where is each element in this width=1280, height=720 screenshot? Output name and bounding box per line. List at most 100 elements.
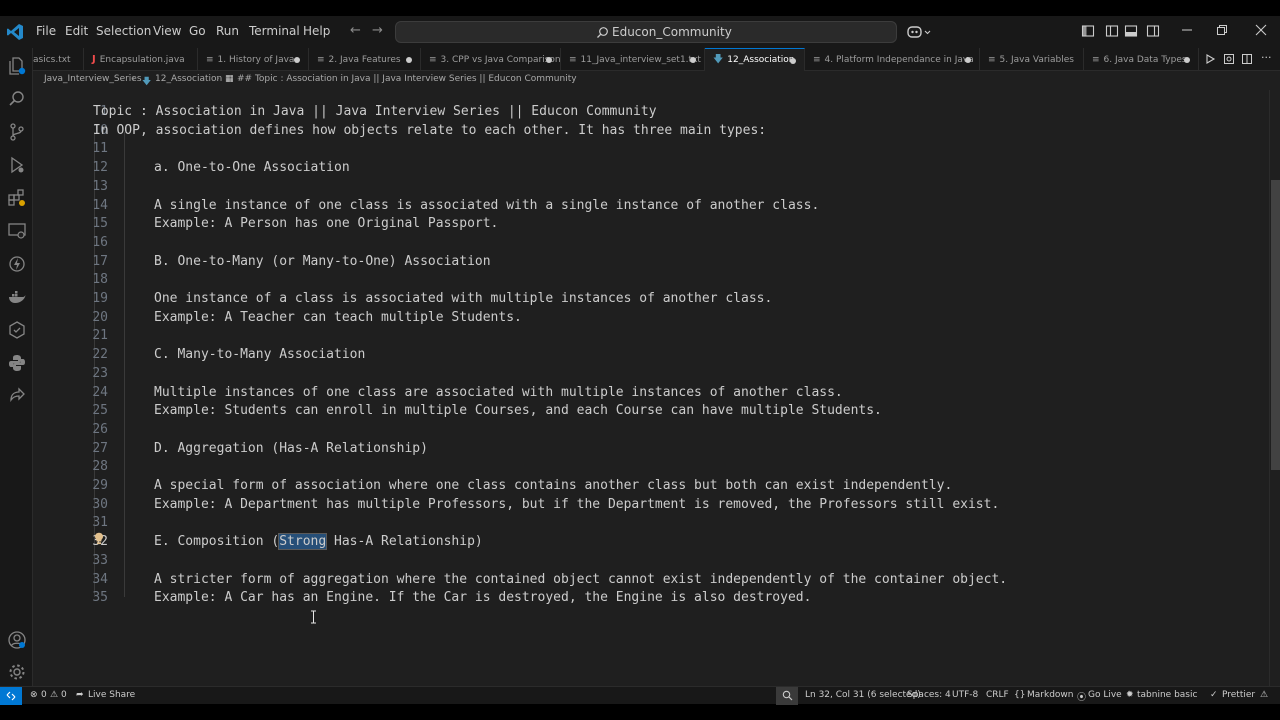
- remote-indicator-button[interactable]: [0, 687, 22, 705]
- code-line[interactable]: 18: [33, 271, 1269, 290]
- code-line[interactable]: 23: [33, 365, 1269, 384]
- live-share-icon[interactable]: [7, 386, 27, 406]
- unsaved-dot-icon[interactable]: [690, 57, 696, 63]
- code-line[interactable]: 33: [33, 552, 1269, 571]
- live-share-icon[interactable]: ➦: [76, 690, 84, 700]
- go-live-button[interactable]: Go Live: [1088, 690, 1122, 700]
- breadcrumb-folder[interactable]: Java_Interview_Series: [44, 74, 142, 84]
- explorer-icon[interactable]: [7, 56, 27, 76]
- more-actions-icon[interactable]: ···: [1261, 51, 1273, 64]
- code-line[interactable]: 24 Multiple instances of one class are as…: [33, 384, 1269, 403]
- code-line[interactable]: 20 Example: A Teacher can teach multiple …: [33, 309, 1269, 328]
- tab-platform-independance[interactable]: ≡ 4. Platform Independance in Java: [805, 48, 980, 71]
- tab-java-data-types[interactable]: ≡ 6. Java Data Types: [1084, 48, 1199, 71]
- problems-warnings-count[interactable]: 0: [61, 690, 67, 700]
- tab-12-association[interactable]: 🡇 12_Association: [705, 48, 805, 71]
- live-share-button[interactable]: Live Share: [88, 690, 135, 700]
- menu-terminal[interactable]: Terminal: [249, 24, 300, 38]
- toggle-secondary-sidebar-icon[interactable]: [1146, 24, 1160, 38]
- unsaved-dot-icon[interactable]: [1184, 57, 1190, 63]
- forward-arrow-icon[interactable]: →: [372, 23, 383, 38]
- toggle-primary-sidebar-icon[interactable]: [1105, 24, 1119, 38]
- code-line[interactable]: 34 A stricter form of aggregation where t…: [33, 571, 1269, 590]
- code-line[interactable]: 27 D. Aggregation (Has-A Relationship): [33, 440, 1269, 459]
- copilot-icon[interactable]: [7, 254, 27, 274]
- code-editor[interactable]: 1 Topic : Association in Java || Java Int…: [33, 90, 1269, 686]
- zoom-button[interactable]: [776, 687, 798, 705]
- extensions-icon[interactable]: [7, 188, 27, 208]
- language-braces-icon[interactable]: {}: [1014, 690, 1025, 700]
- language-mode[interactable]: Markdown: [1027, 690, 1073, 700]
- code-line[interactable]: 28: [33, 458, 1269, 477]
- code-line[interactable]: 32 E. Composition (Strong Has-A Relations…: [33, 533, 1269, 552]
- code-line[interactable]: 31: [33, 514, 1269, 533]
- tab-history-of-java[interactable]: ≡ 1. History of Java: [198, 48, 309, 71]
- run-file-icon[interactable]: [1204, 53, 1216, 65]
- source-control-icon[interactable]: [7, 122, 27, 142]
- code-line[interactable]: 29 A special form of association where on…: [33, 477, 1269, 496]
- open-preview-icon[interactable]: [1223, 53, 1235, 65]
- editor-scrollbar[interactable]: [1269, 90, 1280, 686]
- problems-error-icon[interactable]: ⊗: [30, 690, 38, 700]
- tab-basics[interactable]: asics.txt: [33, 48, 84, 71]
- split-editor-icon[interactable]: [1241, 53, 1253, 65]
- toggle-panel-icon[interactable]: [1124, 24, 1138, 38]
- problems-warning-icon[interactable]: ⚠: [50, 690, 58, 700]
- code-line[interactable]: 19 One instance of a class is associated …: [33, 290, 1269, 309]
- code-line[interactable]: 35 Example: A Car has an Engine. If the C…: [33, 589, 1269, 608]
- code-line[interactable]: 26: [33, 421, 1269, 440]
- unsaved-dot-icon[interactable]: [294, 57, 300, 63]
- menu-edit[interactable]: Edit: [65, 24, 88, 38]
- vscode-logo-icon[interactable]: [6, 23, 24, 41]
- unsaved-dot-icon[interactable]: [965, 57, 971, 63]
- problems-errors-count[interactable]: 0: [41, 690, 47, 700]
- tabnine-icon[interactable]: ✹: [1126, 690, 1134, 700]
- tabnine-status[interactable]: tabnine basic: [1137, 690, 1197, 700]
- unsaved-dot-icon[interactable]: [406, 57, 412, 63]
- menu-file[interactable]: File: [36, 24, 56, 38]
- tab-cpp-vs-java[interactable]: ≡ 3. CPP vs Java Comparison: [421, 48, 561, 71]
- code-line[interactable]: 10 In OOP, association defines how object…: [33, 122, 1269, 141]
- code-line[interactable]: 30 Example: A Department has multiple Pro…: [33, 496, 1269, 515]
- manage-gear-icon[interactable]: [7, 662, 27, 682]
- menu-go[interactable]: Go: [189, 24, 206, 38]
- restore-icon[interactable]: [1215, 23, 1229, 37]
- customize-layout-icon[interactable]: [1081, 24, 1095, 38]
- code-line[interactable]: 21: [33, 327, 1269, 346]
- encoding-setting[interactable]: UTF-8: [952, 690, 978, 700]
- back-arrow-icon[interactable]: ←: [350, 23, 361, 38]
- lightbulb-icon[interactable]: [94, 532, 104, 545]
- notifications-bell-icon[interactable]: ⚠: [1260, 690, 1268, 700]
- menu-run[interactable]: Run: [216, 24, 239, 38]
- code-line[interactable]: 17 B. One-to-Many (or Many-to-One) Associ…: [33, 253, 1269, 272]
- menu-view[interactable]: View: [153, 24, 181, 38]
- code-line[interactable]: 12 a. One-to-One Association: [33, 159, 1269, 178]
- unsaved-dot-icon[interactable]: [790, 58, 796, 64]
- close-icon[interactable]: [1254, 23, 1268, 37]
- code-line[interactable]: 13: [33, 178, 1269, 197]
- code-line[interactable]: 11: [33, 140, 1269, 159]
- copilot-icon[interactable]: [906, 23, 932, 41]
- code-line[interactable]: 16: [33, 234, 1269, 253]
- tab-encapsulation[interactable]: J Encapsulation.java: [84, 48, 198, 71]
- prettier-icon[interactable]: ✓: [1210, 690, 1218, 700]
- tab-java-variables[interactable]: ≡ 5. Java Variables: [980, 48, 1084, 71]
- selected-text[interactable]: Strong: [278, 533, 328, 551]
- testing-icon[interactable]: [7, 320, 27, 340]
- tab-java-features[interactable]: ≡ 2. Java Features: [309, 48, 421, 71]
- search-icon[interactable]: [7, 89, 27, 109]
- menu-help[interactable]: Help: [303, 24, 330, 38]
- command-center-search[interactable]: Educon_Community: [395, 21, 897, 43]
- breadcrumb-symbol[interactable]: ## Topic : Association in Java || Java I…: [237, 74, 577, 84]
- unsaved-dot-icon[interactable]: [546, 57, 552, 63]
- indentation-setting[interactable]: Spaces: 4: [907, 690, 951, 700]
- tab-java-interview-set1[interactable]: ≡ 11_Java_interview_set1.txt: [561, 48, 705, 71]
- run-debug-icon[interactable]: [7, 155, 27, 175]
- minimize-icon[interactable]: [1180, 23, 1194, 37]
- code-line[interactable]: 14 A single instance of one class is asso…: [33, 197, 1269, 216]
- remote-explorer-icon[interactable]: [7, 221, 27, 241]
- prettier-status[interactable]: Prettier: [1222, 690, 1255, 700]
- python-icon[interactable]: [7, 353, 27, 373]
- code-line[interactable]: 22 C. Many-to-Many Association: [33, 346, 1269, 365]
- breadcrumb-file[interactable]: 12_Association: [155, 74, 222, 84]
